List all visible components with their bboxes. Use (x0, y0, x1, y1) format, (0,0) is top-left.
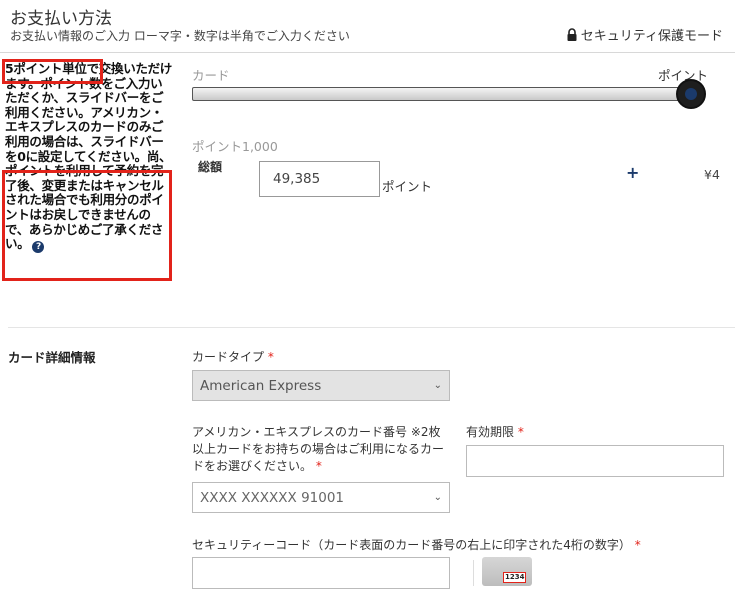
card-security-code-icon: 1234 (482, 557, 532, 586)
card-number-value: XXXX XXXXXX 91001 (200, 489, 345, 506)
cvv-input[interactable] (192, 557, 450, 589)
required-mark: * (315, 459, 322, 473)
cvv-label-text: セキュリティーコード（カード表面のカード番号の右上に印字された4桁の数字） (192, 538, 631, 552)
cvv-label: セキュリティーコード（カード表面のカード番号の右上に印字された4桁の数字） * (192, 537, 641, 554)
expiry-label: 有効期限 * (466, 424, 524, 441)
points-slider-thumb[interactable] (676, 79, 706, 109)
card-number-select[interactable]: XXXX XXXXXX 91001 ⌄ (192, 482, 450, 513)
section-divider (8, 327, 735, 328)
slider-label-card: カード (192, 68, 230, 83)
total-label: 総額 (198, 160, 223, 174)
card-details-title: カード詳細情報 (8, 350, 96, 365)
cvv-separator (473, 560, 474, 586)
card-type-select[interactable]: American Express ⌄ (192, 370, 450, 401)
lock-icon (567, 28, 577, 41)
header-divider (0, 52, 735, 53)
page-title: お支払い方法 (10, 9, 112, 29)
card-type-value: American Express (200, 377, 322, 394)
required-mark: * (634, 538, 641, 552)
points-caption: ポイント1,000 (192, 139, 278, 154)
card-type-label: カードタイプ * (192, 349, 274, 366)
chevron-down-icon: ⌄ (433, 380, 442, 391)
chevron-down-icon: ⌄ (433, 492, 442, 503)
card-type-label-text: カードタイプ (192, 350, 265, 364)
highlight-box-2 (2, 170, 172, 281)
security-mode: セキュリティ保護モード (566, 25, 723, 44)
points-input[interactable] (259, 161, 380, 197)
cvv-example-digits: 1234 (503, 572, 527, 583)
expiry-label-text: 有効期限 (466, 425, 515, 439)
expiry-input[interactable] (466, 445, 724, 477)
points-slider-track[interactable] (192, 87, 690, 101)
card-number-label: アメリカン・エキスプレスのカード番号 ※2枚以上カードをお持ちの場合はご利用にな… (192, 424, 450, 475)
points-unit: ポイント (382, 179, 433, 194)
page-subtitle: お支払い情報のご入力 ローマ字・数字は半角でご入力ください (10, 29, 350, 43)
security-mode-label: セキュリティ保護モード (580, 29, 723, 44)
required-mark: * (517, 425, 524, 439)
plus-icon: + (626, 163, 640, 182)
required-mark: * (267, 350, 274, 364)
slider-thumb-center (685, 88, 697, 100)
yen-amount: ¥4 (704, 167, 720, 182)
highlight-box-1 (2, 59, 103, 84)
